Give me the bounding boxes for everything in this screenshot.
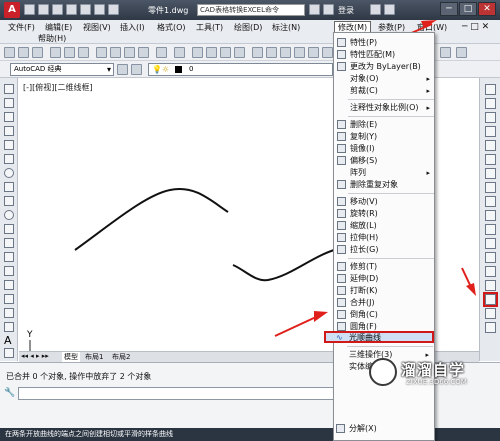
scale-icon — [337, 221, 346, 230]
menu-item-explode[interactable]: 分解(X) — [333, 423, 433, 435]
menu-item-erase[interactable]: 删除(E) — [334, 119, 434, 131]
menu-item-annotative-scale[interactable]: 注释性对象比例(O) ▸ — [334, 102, 434, 114]
menu-item-break[interactable]: 打断(K) — [334, 285, 434, 297]
tab-model[interactable]: 模型 — [62, 352, 80, 362]
watermark-text: 溜溜自学 — [401, 361, 466, 379]
fillet-icon — [337, 322, 346, 331]
extend-icon — [337, 274, 346, 283]
copy-icon — [337, 132, 346, 141]
menu-item-bylayer[interactable]: 更改为 ByLayer(B) — [334, 61, 434, 73]
menu-item-object[interactable]: 对象(O) ▸ — [334, 73, 434, 85]
join-icon — [337, 298, 346, 307]
menu-item-chamfer[interactable]: 倒角(C) — [334, 309, 434, 321]
mirror-icon — [337, 144, 346, 153]
annotation-arrow-palette — [466, 283, 476, 296]
right-spline-curve — [232, 249, 335, 282]
menu-item-clip[interactable]: 剪裁(C) ▸ — [334, 85, 434, 97]
break-icon — [337, 286, 346, 295]
menu-item-array[interactable]: 阵列 ▸ — [334, 167, 434, 179]
menu-item-blend-curves[interactable]: ∿ 光顺曲线 — [324, 331, 434, 343]
menu-separator — [347, 346, 433, 347]
menu-item-properties[interactable]: 特性(P) — [334, 37, 434, 49]
annotation-arrow-palette-shaft — [461, 267, 471, 286]
menu-separator — [348, 116, 434, 117]
menu-item-stretch[interactable]: 拉伸(H) — [334, 232, 434, 244]
menu-item-copy[interactable]: 复制(Y) — [334, 131, 434, 143]
menu-item-overkill[interactable]: 删除重复对象 — [334, 179, 434, 191]
left-spline-curve — [74, 188, 229, 251]
menu-item-rotate[interactable]: 旋转(R) — [334, 208, 434, 220]
watermark-logo-icon — [369, 358, 397, 386]
bylayer-icon — [337, 62, 346, 71]
wrench-icon[interactable]: 🔧 — [4, 388, 15, 398]
chamfer-icon — [337, 310, 346, 319]
annotation-arrow-canvas-shaft — [274, 316, 317, 337]
tab-layout1[interactable]: 布局1 — [85, 352, 103, 362]
menu-item-lengthen[interactable]: 拉长(G) — [334, 244, 434, 256]
menu-item-mirror[interactable]: 镜像(I) — [334, 143, 434, 155]
watermark-url: ZIXUE.3D66.COM — [406, 378, 467, 386]
overkill-icon — [337, 180, 346, 189]
erase-icon — [337, 120, 346, 129]
menu-separator — [348, 258, 434, 259]
offset-icon — [337, 156, 346, 165]
tab-layout2[interactable]: 布局2 — [112, 352, 130, 362]
lengthen-icon — [337, 245, 346, 254]
menu-item-scale[interactable]: 缩放(L) — [334, 220, 434, 232]
menu-item-match-properties[interactable]: 特性匹配(M) — [334, 49, 434, 61]
annotation-arrow-canvas — [314, 311, 328, 322]
stretch-icon — [337, 233, 346, 242]
command-input[interactable] — [18, 387, 334, 400]
trim-icon — [337, 262, 346, 271]
menu-separator — [348, 193, 434, 194]
match-properties-icon — [337, 50, 346, 59]
properties-icon — [337, 38, 346, 47]
menu-item-extend[interactable]: 延伸(D) — [334, 273, 434, 285]
menu-item-trim[interactable]: 修剪(T) — [334, 261, 434, 273]
menu-item-join[interactable]: 合并(J) — [334, 297, 434, 309]
ucs-y-label: Y — [27, 330, 33, 340]
menu-item-offset[interactable]: 偏移(S) — [334, 155, 434, 167]
explode-icon — [336, 424, 345, 433]
blend-curves-icon: ∿ — [336, 333, 343, 342]
move-icon — [337, 197, 346, 206]
rotate-icon — [337, 209, 346, 218]
command-history-line: 已合并 0 个对象, 操作中放弃了 2 个对象 — [6, 372, 152, 381]
menu-item-move[interactable]: 移动(V) — [334, 196, 434, 208]
tab-nav-arrows[interactable]: ◂◂ ◂ ▸ ▸▸ — [21, 352, 49, 360]
menu-separator — [348, 99, 434, 100]
